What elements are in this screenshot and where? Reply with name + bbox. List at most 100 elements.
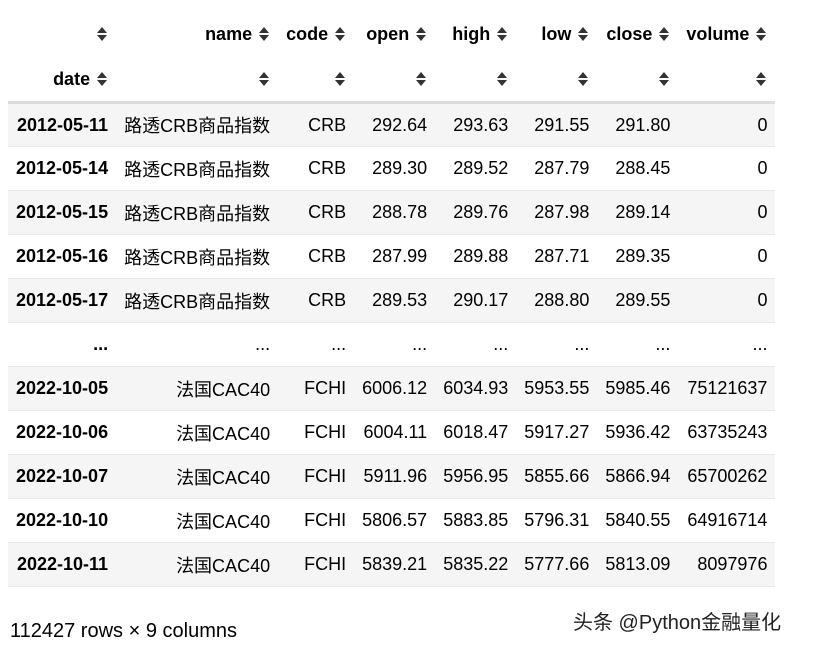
column-header-low[interactable]: low <box>516 12 598 57</box>
cell-high: 293.63 <box>453 114 509 135</box>
row-index-date: 2012-05-15 <box>16 202 109 222</box>
cell-code: CRB <box>308 290 347 310</box>
cell-name: 法国CAC40 <box>176 423 271 444</box>
cell-high: 289.88 <box>453 246 509 266</box>
index-header-blank[interactable] <box>116 57 279 103</box>
column-header-label: volume <box>686 24 750 44</box>
cell-open: 5911.96 <box>363 466 428 486</box>
cell-high: 5835.22 <box>443 554 509 574</box>
index-header-blank[interactable] <box>516 57 598 103</box>
cell-close: 5936.42 <box>605 422 671 442</box>
cell-name: 法国CAC40 <box>176 467 271 488</box>
sort-icon[interactable] <box>577 26 589 42</box>
cell-name: ... <box>255 334 271 354</box>
index-header-date[interactable]: date <box>8 57 117 103</box>
cell-close: 291.80 <box>615 114 671 135</box>
cell-name: 路透CRB商品指数 <box>124 247 271 268</box>
sort-icon[interactable] <box>258 26 270 42</box>
index-header-blank[interactable] <box>597 57 679 103</box>
cell-close: ... <box>655 334 671 354</box>
table-row: 2012-05-17 路透CRB商品指数 CRB 289.53 290.17 288.80… <box>8 278 776 323</box>
cell-volume: 0 <box>757 114 768 135</box>
column-header-label: code <box>286 24 329 44</box>
table-row: 2022-10-07 法国CAC40 FCHI 5911.96 5956.95 5855.… <box>8 454 776 499</box>
cell-volume: 0 <box>757 246 768 266</box>
column-header-volume[interactable]: volume <box>678 12 776 57</box>
index-header-blank[interactable] <box>278 57 355 103</box>
cell-low: 287.98 <box>534 202 590 222</box>
cell-close: 289.35 <box>615 246 671 266</box>
cell-volume: 63735243 <box>687 422 768 442</box>
cell-name: 法国CAC40 <box>176 379 271 400</box>
index-header-blank[interactable] <box>435 57 517 103</box>
table-row: 2012-05-16 路透CRB商品指数 CRB 287.99 289.88 287.71… <box>8 234 776 279</box>
column-header-code[interactable]: code <box>278 12 355 57</box>
sort-icon[interactable] <box>496 71 508 87</box>
column-header-label: open <box>366 24 410 44</box>
cell-close: 289.14 <box>615 202 671 222</box>
sort-icon[interactable] <box>96 26 108 42</box>
sort-icon[interactable] <box>658 26 670 42</box>
index-header-blank[interactable] <box>678 57 776 103</box>
table-row: 2022-10-05 法国CAC40 FCHI 6006.12 6034.93 5953.… <box>8 366 776 411</box>
header-corner[interactable] <box>8 12 117 57</box>
row-index-date: 2022-10-11 <box>16 554 109 574</box>
cell-volume: 75121637 <box>687 378 768 398</box>
row-index-date: 2022-10-10 <box>16 510 109 530</box>
cell-high: 6018.47 <box>443 422 509 442</box>
cell-name: 路透CRB商品指数 <box>124 159 271 180</box>
cell-code: CRB <box>308 114 347 135</box>
cell-volume: 0 <box>757 158 768 178</box>
cell-open: 289.30 <box>372 158 428 178</box>
cell-open: 6006.12 <box>362 378 428 398</box>
sort-icon[interactable] <box>96 71 108 87</box>
cell-volume: 65700262 <box>687 466 768 486</box>
sort-icon[interactable] <box>496 26 508 42</box>
table-body: 2012-05-11 路透CRB商品指数 CRB 292.64 293.63 291.55… <box>8 102 776 587</box>
cell-close: 288.45 <box>615 158 671 178</box>
sort-icon[interactable] <box>415 71 427 87</box>
sort-icon[interactable] <box>755 71 767 87</box>
dataframe-table: name code open high low close volume dat… <box>8 12 776 587</box>
table-row: 2012-05-15 路透CRB商品指数 CRB 288.78 289.76 287.98… <box>8 190 776 235</box>
sort-icon[interactable] <box>258 71 270 87</box>
cell-close: 289.55 <box>615 290 671 310</box>
sort-icon[interactable] <box>334 26 346 42</box>
cell-open: 287.99 <box>372 246 428 266</box>
watermark: 头条 @Python金融量化 <box>573 612 782 634</box>
sort-icon[interactable] <box>577 71 589 87</box>
sort-icon[interactable] <box>658 71 670 87</box>
index-header-label: date <box>53 68 91 89</box>
sort-icon[interactable] <box>755 26 767 42</box>
cell-code: CRB <box>308 158 347 178</box>
column-header-high[interactable]: high <box>435 12 517 57</box>
column-header-label: name <box>205 24 253 44</box>
sort-icon[interactable] <box>334 71 346 87</box>
cell-open: 292.64 <box>372 114 428 135</box>
column-header-close[interactable]: close <box>597 12 679 57</box>
cell-code: ... <box>331 334 347 354</box>
cell-open: 6004.11 <box>363 422 428 442</box>
sort-icon[interactable] <box>415 26 427 42</box>
cell-name: 法国CAC40 <box>176 555 271 576</box>
cell-open: ... <box>412 334 428 354</box>
cell-high: 5956.95 <box>443 466 509 486</box>
column-header-row: name code open high low close volume <box>8 12 776 57</box>
cell-high: 290.17 <box>453 290 509 310</box>
cell-volume: 8097976 <box>697 554 768 574</box>
row-index-date: 2022-10-05 <box>16 378 109 398</box>
row-index-date: 2022-10-07 <box>16 466 109 486</box>
cell-low: 291.55 <box>534 114 590 135</box>
cell-code: CRB <box>308 246 347 266</box>
cell-low: 5796.31 <box>524 510 590 530</box>
cell-code: FCHI <box>304 422 347 442</box>
column-header-name[interactable]: name <box>116 12 279 57</box>
ellipsis-row: ........................ <box>8 322 776 367</box>
cell-close: 5866.94 <box>605 466 671 486</box>
cell-low: 5917.27 <box>524 422 590 442</box>
cell-code: FCHI <box>304 554 347 574</box>
cell-volume: 0 <box>757 202 768 222</box>
index-header-blank[interactable] <box>354 57 436 103</box>
cell-code: CRB <box>308 202 347 222</box>
column-header-open[interactable]: open <box>354 12 436 57</box>
